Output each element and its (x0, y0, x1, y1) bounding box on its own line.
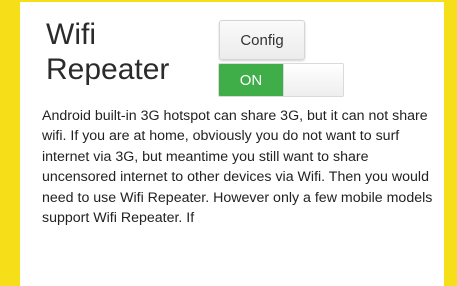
page-title-line1: Wifi (46, 18, 96, 51)
toggle-on-label: ON (219, 64, 283, 96)
wifi-repeater-toggle[interactable]: ON (218, 63, 344, 97)
content-panel: Wifi Repeater Config ON Android built-in… (20, 2, 444, 286)
description-text: Android built-in 3G hotspot can share 3G… (42, 108, 433, 227)
page-title-line2: Repeater (46, 53, 170, 86)
toggle-knob[interactable] (283, 64, 343, 96)
config-button[interactable]: Config (219, 20, 305, 60)
page-title: Wifi Repeater (46, 17, 216, 87)
